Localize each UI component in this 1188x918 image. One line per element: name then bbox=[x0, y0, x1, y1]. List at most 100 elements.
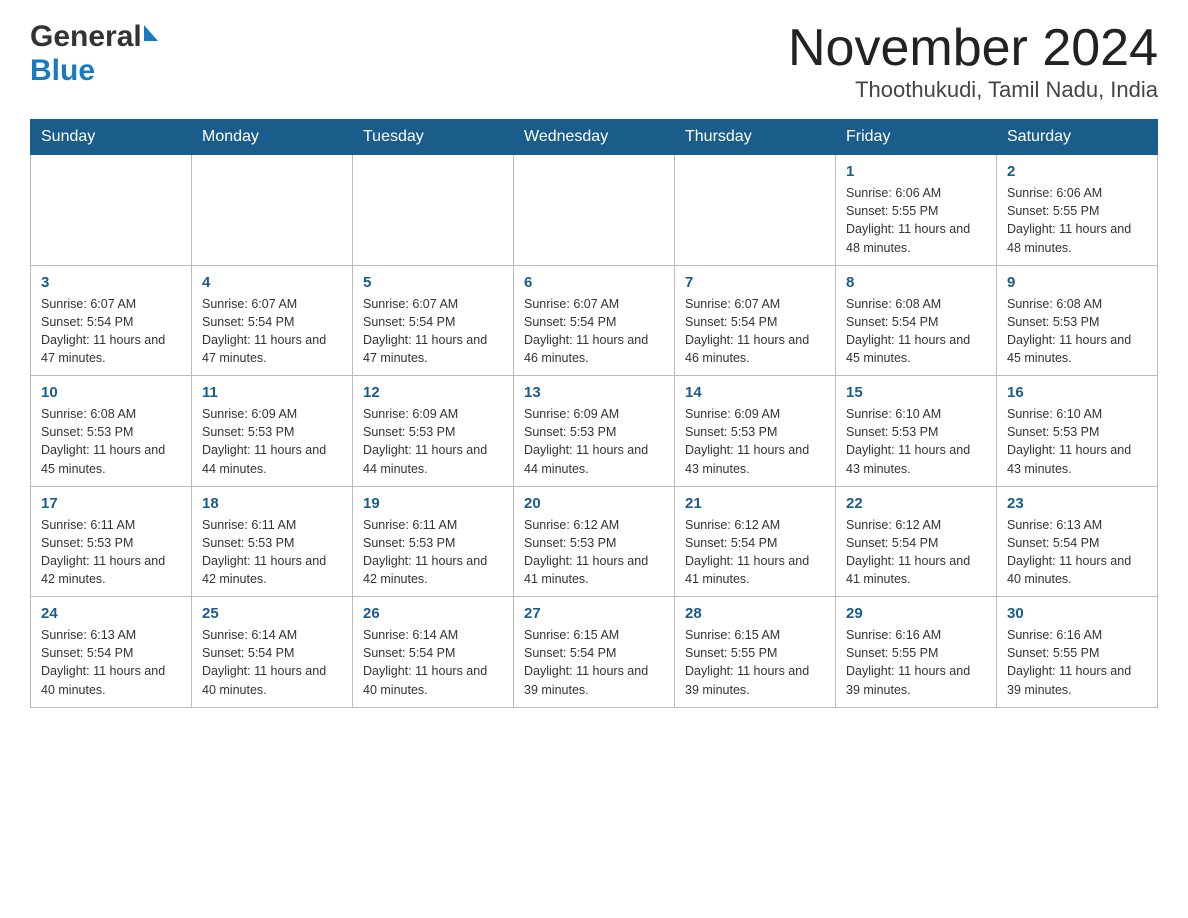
day-number: 22 bbox=[846, 495, 986, 512]
weekday-header-saturday: Saturday bbox=[997, 120, 1158, 155]
calendar-cell: 24 Sunrise: 6:13 AM Sunset: 5:54 PM Dayli… bbox=[31, 597, 192, 708]
month-title: November 2024 bbox=[788, 20, 1158, 77]
calendar-cell: 8 Sunrise: 6:08 AM Sunset: 5:54 PM Daylig… bbox=[836, 265, 997, 376]
cell-info: Sunrise: 6:13 AM Sunset: 5:54 PM Dayligh… bbox=[41, 626, 181, 699]
day-number: 28 bbox=[685, 605, 825, 622]
calendar-cell: 26 Sunrise: 6:14 AM Sunset: 5:54 PM Dayli… bbox=[353, 597, 514, 708]
calendar-cell: 17 Sunrise: 6:11 AM Sunset: 5:53 PM Dayli… bbox=[31, 486, 192, 597]
cell-info: Sunrise: 6:09 AM Sunset: 5:53 PM Dayligh… bbox=[202, 405, 342, 478]
calendar-cell: 21Sunrise: 6:12 AM Sunset: 5:54 PM Dayli… bbox=[675, 486, 836, 597]
cell-info: Sunrise: 6:07 AM Sunset: 5:54 PM Dayligh… bbox=[685, 295, 825, 368]
day-number: 2 bbox=[1007, 163, 1147, 180]
calendar-cell: 23 Sunrise: 6:13 AM Sunset: 5:54 PM Dayli… bbox=[997, 486, 1158, 597]
weekday-header-monday: Monday bbox=[192, 120, 353, 155]
weekday-header-sunday: Sunday bbox=[31, 120, 192, 155]
calendar-cell: 2Sunrise: 6:06 AM Sunset: 5:55 PM Daylig… bbox=[997, 155, 1158, 266]
week-row-5: 24 Sunrise: 6:13 AM Sunset: 5:54 PM Dayli… bbox=[31, 597, 1158, 708]
calendar-cell: 16 Sunrise: 6:10 AM Sunset: 5:53 PM Dayli… bbox=[997, 376, 1158, 487]
cell-info: Sunrise: 6:09 AM Sunset: 5:53 PM Dayligh… bbox=[524, 405, 664, 478]
cell-info: Sunrise: 6:07 AM Sunset: 5:54 PM Dayligh… bbox=[524, 295, 664, 368]
day-number: 24 bbox=[41, 605, 181, 622]
day-number: 13 bbox=[524, 384, 664, 401]
day-number: 6 bbox=[524, 274, 664, 291]
calendar-cell: 6 Sunrise: 6:07 AM Sunset: 5:54 PM Daylig… bbox=[514, 265, 675, 376]
cell-info: Sunrise: 6:15 AM Sunset: 5:55 PM Dayligh… bbox=[685, 626, 825, 699]
week-row-1: 1 Sunrise: 6:06 AM Sunset: 5:55 PM Daylig… bbox=[31, 155, 1158, 266]
cell-info: Sunrise: 6:13 AM Sunset: 5:54 PM Dayligh… bbox=[1007, 516, 1147, 589]
cell-info: Sunrise: 6:12 AM Sunset: 5:54 PM Dayligh… bbox=[685, 516, 825, 589]
cell-info: Sunrise: 6:09 AM Sunset: 5:53 PM Dayligh… bbox=[363, 405, 503, 478]
cell-info: Sunrise: 6:16 AM Sunset: 5:55 PM Dayligh… bbox=[1007, 626, 1147, 699]
cell-info: Sunrise: 6:11 AM Sunset: 5:53 PM Dayligh… bbox=[363, 516, 503, 589]
cell-info: Sunrise: 6:10 AM Sunset: 5:53 PM Dayligh… bbox=[1007, 405, 1147, 478]
calendar-cell: 9 Sunrise: 6:08 AM Sunset: 5:53 PM Daylig… bbox=[997, 265, 1158, 376]
day-number: 15 bbox=[846, 384, 986, 401]
cell-info: Sunrise: 6:08 AM Sunset: 5:53 PM Dayligh… bbox=[1007, 295, 1147, 368]
day-number: 18 bbox=[202, 495, 342, 512]
day-number: 5 bbox=[363, 274, 503, 291]
calendar-cell: 25 Sunrise: 6:14 AM Sunset: 5:54 PM Dayli… bbox=[192, 597, 353, 708]
calendar-cell: 10 Sunrise: 6:08 AM Sunset: 5:53 PM Dayli… bbox=[31, 376, 192, 487]
cell-info: Sunrise: 6:09 AM Sunset: 5:53 PM Dayligh… bbox=[685, 405, 825, 478]
location-title: Thoothukudi, Tamil Nadu, India bbox=[788, 77, 1158, 103]
cell-info: Sunrise: 6:08 AM Sunset: 5:53 PM Dayligh… bbox=[41, 405, 181, 478]
day-number: 14 bbox=[685, 384, 825, 401]
day-number: 11 bbox=[202, 384, 342, 401]
day-number: 20 bbox=[524, 495, 664, 512]
cell-info: Sunrise: 6:12 AM Sunset: 5:54 PM Dayligh… bbox=[846, 516, 986, 589]
day-number: 29 bbox=[846, 605, 986, 622]
calendar-cell: 11 Sunrise: 6:09 AM Sunset: 5:53 PM Dayli… bbox=[192, 376, 353, 487]
day-number: 1 bbox=[846, 163, 986, 180]
logo-blue-text: Blue bbox=[30, 54, 95, 87]
calendar-cell: 29 Sunrise: 6:16 AM Sunset: 5:55 PM Dayli… bbox=[836, 597, 997, 708]
day-number: 19 bbox=[363, 495, 503, 512]
day-number: 12 bbox=[363, 384, 503, 401]
calendar-cell: 3Sunrise: 6:07 AM Sunset: 5:54 PM Daylig… bbox=[31, 265, 192, 376]
day-number: 27 bbox=[524, 605, 664, 622]
week-row-3: 10 Sunrise: 6:08 AM Sunset: 5:53 PM Dayli… bbox=[31, 376, 1158, 487]
title-area: November 2024 Thoothukudi, Tamil Nadu, I… bbox=[788, 20, 1158, 103]
day-number: 23 bbox=[1007, 495, 1147, 512]
calendar-cell: 22 Sunrise: 6:12 AM Sunset: 5:54 PM Dayli… bbox=[836, 486, 997, 597]
calendar-cell bbox=[192, 155, 353, 266]
calendar-cell: 20 Sunrise: 6:12 AM Sunset: 5:53 PM Dayli… bbox=[514, 486, 675, 597]
calendar-cell: 5Sunrise: 6:07 AM Sunset: 5:54 PM Daylig… bbox=[353, 265, 514, 376]
cell-info: Sunrise: 6:11 AM Sunset: 5:53 PM Dayligh… bbox=[202, 516, 342, 589]
cell-info: Sunrise: 6:12 AM Sunset: 5:53 PM Dayligh… bbox=[524, 516, 664, 589]
calendar-cell: 14 Sunrise: 6:09 AM Sunset: 5:53 PM Dayli… bbox=[675, 376, 836, 487]
week-row-2: 3Sunrise: 6:07 AM Sunset: 5:54 PM Daylig… bbox=[31, 265, 1158, 376]
calendar-cell: 1 Sunrise: 6:06 AM Sunset: 5:55 PM Daylig… bbox=[836, 155, 997, 266]
day-number: 9 bbox=[1007, 274, 1147, 291]
calendar-cell bbox=[31, 155, 192, 266]
cell-info: Sunrise: 6:15 AM Sunset: 5:54 PM Dayligh… bbox=[524, 626, 664, 699]
cell-info: Sunrise: 6:07 AM Sunset: 5:54 PM Dayligh… bbox=[41, 295, 181, 368]
calendar-cell: 13 Sunrise: 6:09 AM Sunset: 5:53 PM Dayli… bbox=[514, 376, 675, 487]
calendar-cell bbox=[514, 155, 675, 266]
cell-info: Sunrise: 6:08 AM Sunset: 5:54 PM Dayligh… bbox=[846, 295, 986, 368]
day-number: 26 bbox=[363, 605, 503, 622]
cell-info: Sunrise: 6:14 AM Sunset: 5:54 PM Dayligh… bbox=[363, 626, 503, 699]
weekday-header-tuesday: Tuesday bbox=[353, 120, 514, 155]
calendar-cell: 18 Sunrise: 6:11 AM Sunset: 5:53 PM Dayli… bbox=[192, 486, 353, 597]
cell-info: Sunrise: 6:07 AM Sunset: 5:54 PM Dayligh… bbox=[202, 295, 342, 368]
day-number: 16 bbox=[1007, 384, 1147, 401]
day-number: 10 bbox=[41, 384, 181, 401]
calendar-cell: 19 Sunrise: 6:11 AM Sunset: 5:53 PM Dayli… bbox=[353, 486, 514, 597]
day-number: 30 bbox=[1007, 605, 1147, 622]
calendar-cell: 30 Sunrise: 6:16 AM Sunset: 5:55 PM Dayli… bbox=[997, 597, 1158, 708]
cell-info: Sunrise: 6:14 AM Sunset: 5:54 PM Dayligh… bbox=[202, 626, 342, 699]
cell-info: Sunrise: 6:16 AM Sunset: 5:55 PM Dayligh… bbox=[846, 626, 986, 699]
day-number: 25 bbox=[202, 605, 342, 622]
calendar-cell: 15Sunrise: 6:10 AM Sunset: 5:53 PM Dayli… bbox=[836, 376, 997, 487]
cell-info: Sunrise: 6:11 AM Sunset: 5:53 PM Dayligh… bbox=[41, 516, 181, 589]
weekday-header-friday: Friday bbox=[836, 120, 997, 155]
weekday-header-wednesday: Wednesday bbox=[514, 120, 675, 155]
cell-info: Sunrise: 6:06 AM Sunset: 5:55 PM Dayligh… bbox=[846, 184, 986, 257]
calendar-cell: 12 Sunrise: 6:09 AM Sunset: 5:53 PM Dayli… bbox=[353, 376, 514, 487]
logo-general-text: General bbox=[30, 20, 142, 54]
day-number: 17 bbox=[41, 495, 181, 512]
calendar-cell: 7Sunrise: 6:07 AM Sunset: 5:54 PM Daylig… bbox=[675, 265, 836, 376]
logo-arrow-icon bbox=[144, 25, 158, 41]
day-number: 8 bbox=[846, 274, 986, 291]
header: General Blue November 2024 Thoothukudi, … bbox=[30, 20, 1158, 103]
